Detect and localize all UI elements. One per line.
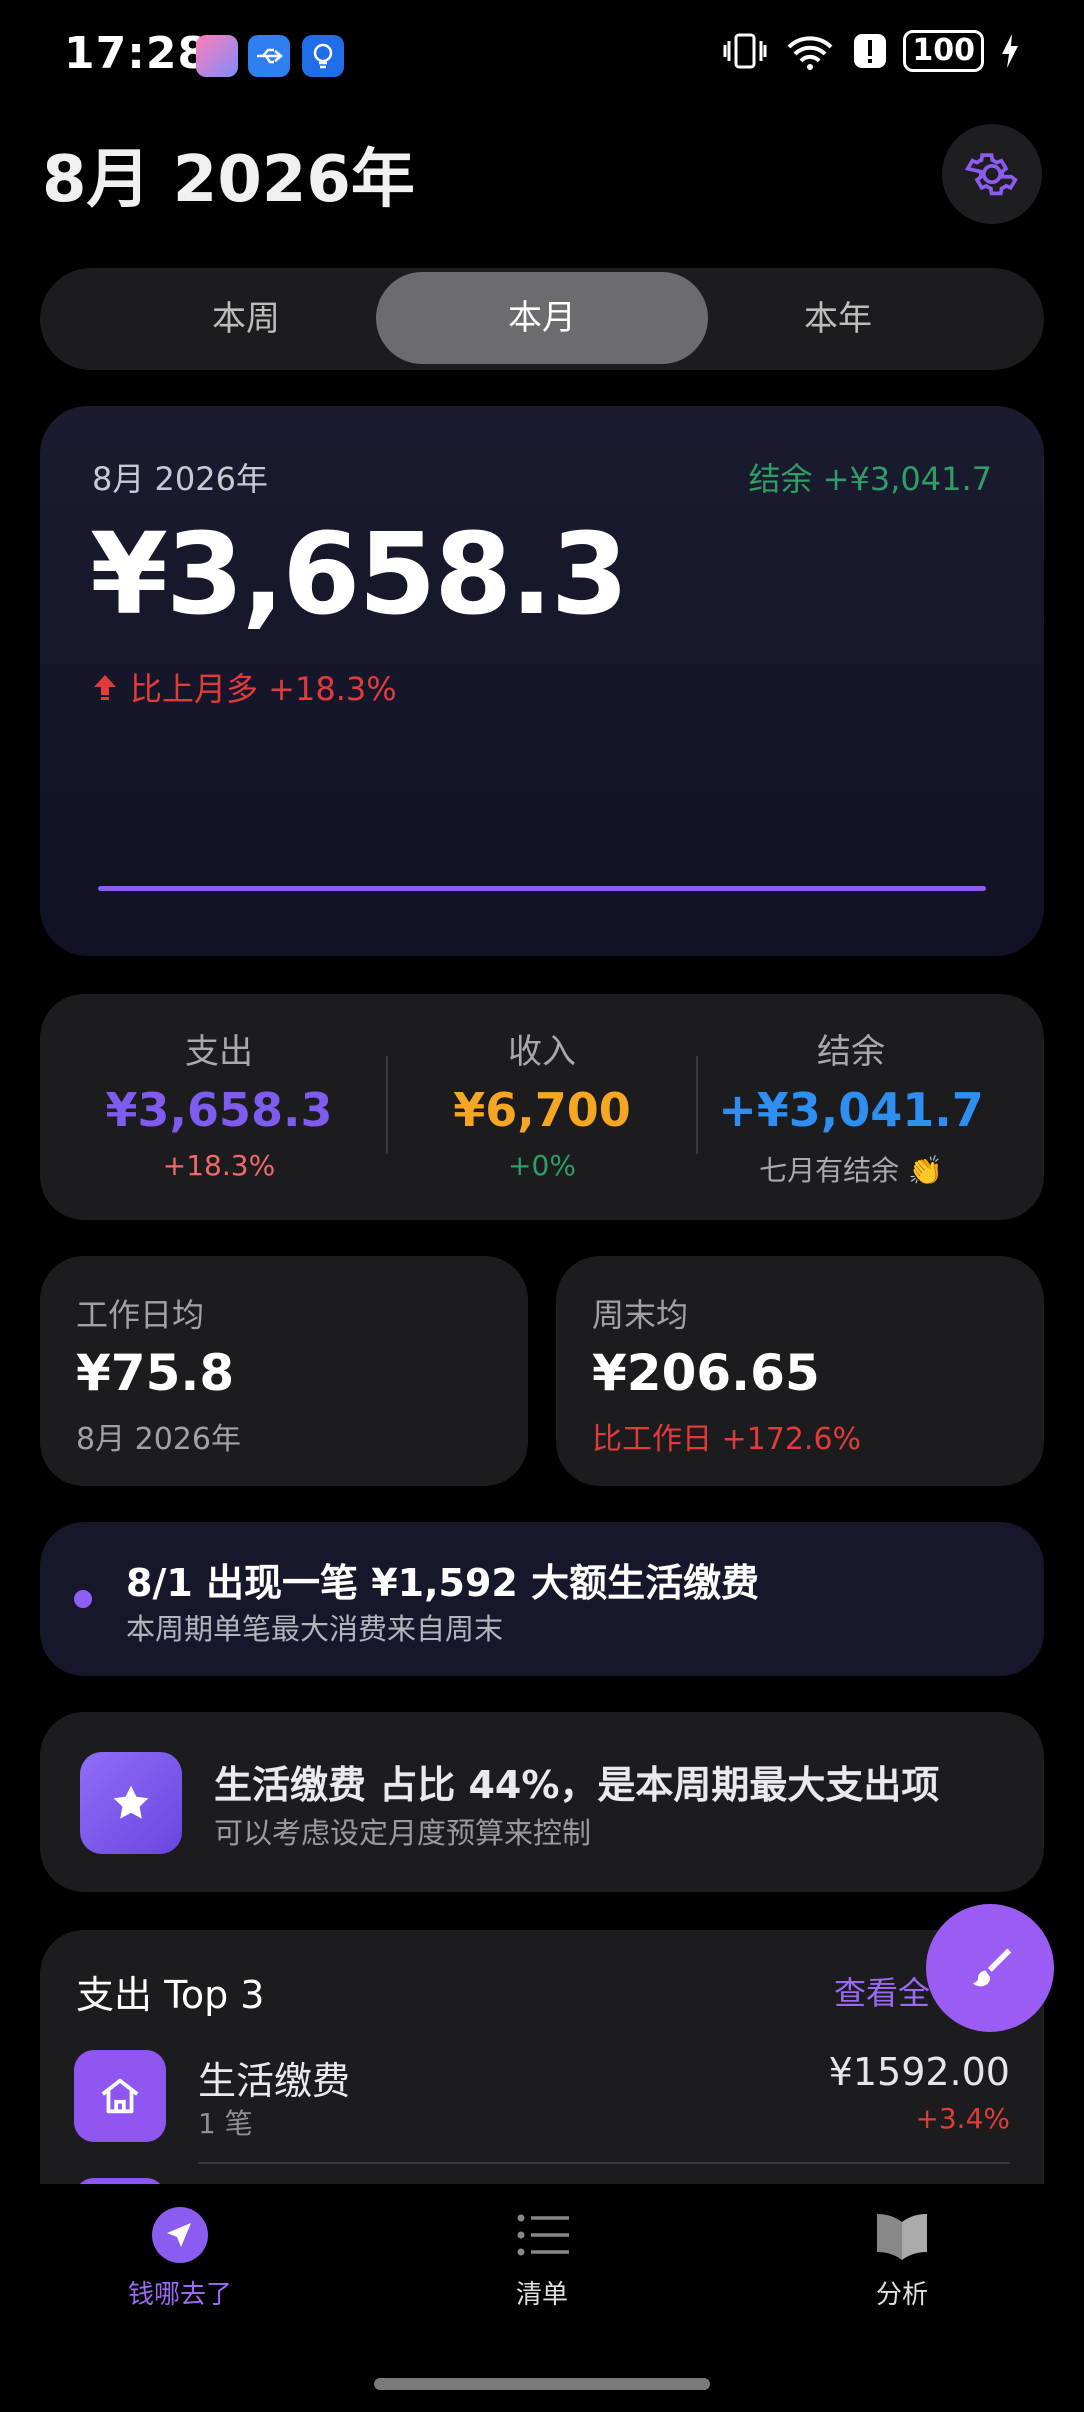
- row-divider: [198, 2162, 1010, 2164]
- list-icon: [517, 2214, 569, 2256]
- battery-level: 100: [903, 30, 984, 72]
- app-notification-icon: [196, 35, 238, 77]
- nav-analysis[interactable]: 分析: [782, 2206, 1022, 2311]
- income-label: 收入: [508, 1032, 576, 1072]
- period-segmented-control: 本周 本月 本年: [40, 268, 1044, 370]
- income-value: ¥6,700: [453, 1083, 631, 1137]
- tab-week[interactable]: 本周: [80, 268, 412, 370]
- weekend-label: 周末均: [592, 1296, 689, 1334]
- alert-icon: [854, 34, 887, 68]
- settings-button[interactable]: [942, 124, 1042, 224]
- income-summary: 收入 ¥6,700 +0%: [387, 1024, 697, 1182]
- insight-card[interactable]: 8/1 出现一笔 ¥1,592 大额生活缴费 本周期单笔最大消费来自周末: [40, 1522, 1044, 1676]
- weekday-label: 工作日均: [76, 1296, 205, 1334]
- nav-label: 分析: [875, 2280, 928, 2310]
- weekday-period: 8月 2026年: [76, 1422, 241, 1457]
- income-change: +0%: [508, 1149, 576, 1182]
- summary-card: 支出 ¥3,658.3 +18.3% 收入 ¥6,700 +0% 结余 +¥3,…: [40, 994, 1044, 1220]
- insight-title: 8/1 出现一笔 ¥1,592 大额生活缴费: [126, 1561, 760, 1605]
- gear-icon: [964, 153, 1018, 196]
- page-title: 8月 2026年: [42, 143, 415, 217]
- weekday-value: ¥75.8: [76, 1344, 235, 1402]
- hero-amount: ¥3,658.3: [90, 510, 629, 640]
- hero-change-text: 比上月多 +18.3%: [130, 670, 397, 708]
- weekday-average-card: 工作日均 ¥75.8 8月 2026年: [40, 1256, 528, 1486]
- category-name[interactable]: 生活缴费: [198, 2050, 350, 2105]
- expense-value: ¥3,658.3: [105, 1083, 333, 1137]
- vibrate-icon: [723, 33, 767, 69]
- hero-card: 8月 2026年 结余 +¥3,041.7 ¥3,658.3 比上月多 +18.…: [40, 406, 1044, 956]
- navigation-icon: [152, 2207, 208, 2263]
- charging-icon: [1002, 34, 1018, 68]
- view-all-link[interactable]: 查看全: [834, 1968, 930, 2014]
- category-change: +3.4%: [915, 2102, 1010, 2135]
- status-icons: 100: [723, 30, 1020, 72]
- star-icon: [80, 1752, 182, 1854]
- arrow-up-icon: [94, 675, 116, 700]
- add-record-button[interactable]: [926, 1904, 1054, 2032]
- wifi-icon: [787, 36, 833, 70]
- weekend-average-card: 周末均 ¥206.65 比工作日 +172.6%: [556, 1256, 1044, 1486]
- top3-card: 支出 Top 3 查看全 生活缴费 1 笔 ¥1592.00 +3.4%: [40, 1930, 1044, 2190]
- balance-label: 结余: [817, 1032, 885, 1072]
- weekend-value: ¥206.65: [592, 1344, 820, 1402]
- home-indicator[interactable]: [374, 2378, 710, 2390]
- nav-where-money[interactable]: 钱哪去了: [60, 2206, 300, 2311]
- balance-summary: 结余 +¥3,041.7 七月有结余 👏: [696, 1024, 1006, 1189]
- category-count: 1 笔: [198, 2107, 253, 2140]
- balance-value: +¥3,041.7: [718, 1083, 984, 1137]
- tip-subtitle: 可以考虑设定月度预算来控制: [214, 1816, 592, 1850]
- tip-title: 生活缴费 占比 44%，是本周期最大支出项: [214, 1763, 940, 1807]
- tab-month[interactable]: 本月: [376, 272, 708, 364]
- weekend-compare: 比工作日 +172.6%: [592, 1422, 862, 1457]
- bullet-dot: [74, 1590, 92, 1608]
- nav-list[interactable]: 清单: [422, 2206, 662, 2311]
- hero-balance: 结余 +¥3,041.7: [748, 460, 993, 498]
- lightbulb-icon: [302, 35, 344, 77]
- usb-icon: [248, 35, 290, 77]
- expense-summary: 支出 ¥3,658.3 +18.3%: [64, 1024, 374, 1182]
- status-time: 17:28: [64, 28, 210, 79]
- hero-change: 比上月多 +18.3%: [92, 664, 397, 710]
- expense-change: +18.3%: [162, 1149, 276, 1182]
- insight-subtitle: 本周期单笔最大消费来自周末: [126, 1612, 504, 1646]
- nav-label: 清单: [515, 2280, 568, 2310]
- home-icon: [74, 2050, 166, 2142]
- top3-title: 支出 Top 3: [76, 1973, 265, 2017]
- balance-note: 七月有结余 👏: [759, 1154, 943, 1187]
- book-icon: [877, 2214, 927, 2260]
- brush-icon: [972, 1948, 1012, 1987]
- tip-card[interactable]: 生活缴费 占比 44%，是本周期最大支出项 可以考虑设定月度预算来控制: [40, 1712, 1044, 1892]
- nav-label: 钱哪去了: [127, 2280, 232, 2310]
- trend-line: [98, 886, 986, 891]
- expense-label: 支出: [185, 1032, 253, 1072]
- category-amount: ¥1592.00: [828, 2050, 1010, 2094]
- hero-period: 8月 2026年: [92, 460, 268, 498]
- tab-year[interactable]: 本年: [672, 268, 1004, 370]
